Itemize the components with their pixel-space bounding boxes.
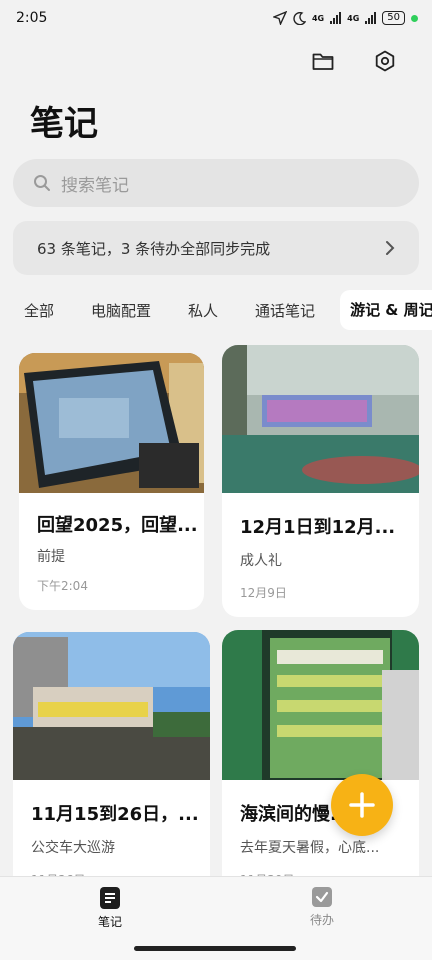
nav-notes[interactable]: 笔记 [80, 887, 140, 930]
note-subtitle: 公交车大巡游 [31, 840, 115, 856]
tab-private[interactable]: 私人 [176, 300, 230, 321]
note-image [222, 630, 419, 780]
note-subtitle: 前提 [37, 549, 65, 565]
page-title: 笔记 [30, 104, 98, 144]
sync-dot-icon [411, 14, 418, 22]
note-title: 12月1日到12月... [240, 517, 396, 538]
tab-call-notes[interactable]: 通话笔记 [243, 300, 327, 321]
note-title: 11月15到26日，... [31, 804, 199, 825]
note-card[interactable]: 海滨间的慢... 去年夏天暑假，心底... 11月30日 [222, 630, 419, 892]
battery-icon: 50 [382, 11, 405, 25]
header-actions [310, 48, 398, 74]
folder-button[interactable] [310, 48, 336, 74]
tab-travel-weekly[interactable]: 游记 & 周记 [340, 290, 432, 330]
note-title: 回望2025，回望... [37, 515, 198, 536]
gear-icon [375, 50, 395, 72]
status-icons: 4G 4G 50 [272, 11, 418, 25]
moon-icon [293, 11, 306, 25]
network-label-1: 4G [311, 13, 325, 23]
settings-button[interactable] [372, 48, 398, 74]
tab-all[interactable]: 全部 [12, 300, 66, 321]
sync-status-banner[interactable]: 63 条笔记，3 条待办全部同步完成 [13, 221, 419, 275]
note-date: 下午2:04 [37, 579, 88, 593]
status-bar: 2:05 4G 4G 50 [0, 0, 432, 36]
note-card[interactable]: 11月15到26日，... 公交车大巡游 11月26日 [13, 632, 210, 892]
notes-icon [100, 887, 120, 909]
chevron-right-icon [386, 241, 395, 255]
network-label-2: 4G [347, 13, 360, 23]
nav-todo-label: 待办 [309, 913, 334, 927]
note-date: 12月9日 [240, 586, 287, 600]
note-image [222, 345, 419, 493]
sync-status-text: 63 条笔记，3 条待办全部同步完成 [37, 239, 271, 258]
note-image [13, 632, 210, 780]
nav-todo[interactable]: 待办 [292, 887, 352, 928]
tab-pc-config[interactable]: 电脑配置 [79, 300, 163, 321]
search-placeholder: 搜索笔记 [61, 175, 129, 196]
home-indicator[interactable] [134, 946, 296, 951]
nav-notes-label: 笔记 [97, 915, 122, 929]
location-arrow-icon [272, 11, 287, 25]
note-card[interactable]: 回望2025，回望... 前提 下午2:04 [19, 353, 204, 610]
note-subtitle: 去年夏天暑假，心底... [240, 840, 380, 856]
signal-icon-2 [365, 12, 377, 24]
note-subtitle: 成人礼 [240, 553, 282, 569]
add-note-button[interactable] [331, 774, 393, 836]
status-time: 2:05 [16, 10, 48, 26]
category-tabs: 全部 电脑配置 私人 通话笔记 游记 & 周记 [0, 288, 432, 332]
plus-icon [349, 792, 375, 818]
note-card[interactable]: 12月1日到12月... 成人礼 12月9日 [222, 345, 419, 617]
signal-icon-1 [330, 12, 342, 24]
checkbox-icon [312, 887, 332, 907]
search-bar[interactable]: 搜索笔记 [13, 159, 419, 207]
folder-icon [312, 53, 334, 70]
note-image [19, 353, 204, 493]
search-icon [34, 175, 50, 191]
